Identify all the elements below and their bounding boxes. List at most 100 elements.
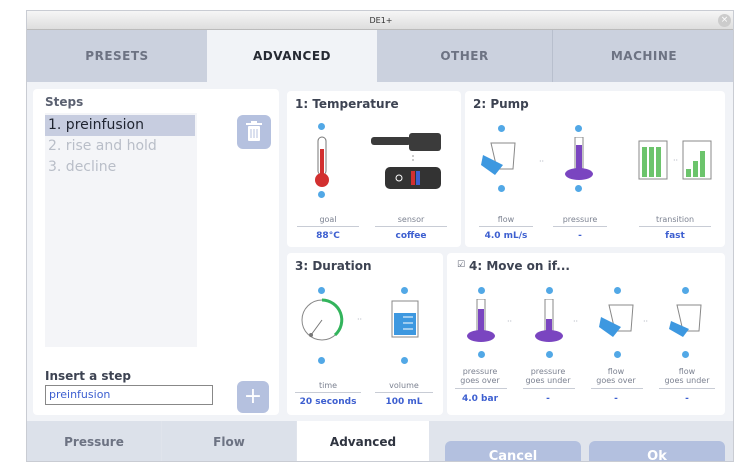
move-on-label: flow (678, 367, 696, 376)
step-item[interactable]: 1. preinfusion (45, 115, 195, 136)
divider (375, 392, 433, 393)
divider (639, 226, 711, 227)
pressure-under-down-dot[interactable] (546, 351, 553, 358)
flow-under-down-dot[interactable] (682, 351, 689, 358)
tab-advanced[interactable]: ADVANCED (207, 30, 377, 82)
portafilter-sensor-icon (371, 133, 441, 189)
separator-dots: ·· (539, 157, 545, 166)
pressure-under-value[interactable]: - (521, 394, 575, 404)
tab-pressure[interactable]: Pressure (27, 421, 161, 461)
trash-icon (246, 121, 262, 141)
temperature-title: 1: Temperature (295, 97, 399, 111)
divider (659, 388, 715, 389)
divider (523, 388, 575, 389)
pressure-over-up-dot[interactable] (478, 287, 485, 294)
flow-label: flow (497, 215, 515, 224)
add-step-button[interactable]: + (237, 381, 269, 413)
flow-over-value[interactable]: - (589, 394, 643, 404)
pressure-value[interactable]: - (553, 231, 607, 241)
volume-value[interactable]: 100 mL (375, 397, 433, 407)
sensor-value[interactable]: coffee (375, 231, 447, 241)
pressure-over-down-dot[interactable] (478, 351, 485, 358)
separator-dots: ·· (643, 317, 649, 326)
separator-dots: ·· (573, 317, 579, 326)
flow-down-dot[interactable] (498, 185, 505, 192)
title-bar: DE1+ × (27, 11, 733, 30)
flow-under-up-dot[interactable] (682, 287, 689, 294)
time-label: time (318, 381, 338, 390)
tab-advanced-bottom[interactable]: Advanced (297, 421, 429, 461)
flow-under-value[interactable]: - (657, 394, 717, 404)
pump-panel: 2: Pump ·· ·· flow 4.0 mL/s pressure - t… (465, 91, 725, 247)
insert-step-label: Insert a step (45, 369, 132, 383)
flow-up-dot[interactable] (498, 125, 505, 132)
divider (479, 226, 533, 227)
separator-dots: ·· (507, 317, 513, 326)
volume-label: volume (389, 381, 419, 390)
goal-down-dot[interactable] (318, 191, 325, 198)
move-on-label: goes over (460, 376, 500, 385)
pump-title: 2: Pump (473, 97, 529, 111)
move-on-panel: ☑ 4: Move on if... ·· ·· ·· pressure goe… (447, 253, 725, 415)
time-down-dot[interactable] (318, 357, 325, 364)
steps-panel: Steps 1. preinfusion 2. rise and hold 3.… (33, 89, 279, 415)
time-up-dot[interactable] (318, 287, 325, 294)
divider (455, 388, 507, 389)
divider (591, 388, 643, 389)
pressure-under-icon (535, 299, 563, 342)
sensor-label: sensor (397, 215, 425, 224)
flow-over-up-dot[interactable] (614, 287, 621, 294)
steps-list: 1. preinfusion 2. rise and hold 3. decli… (45, 113, 197, 347)
pressure-up-dot[interactable] (575, 125, 582, 132)
close-icon[interactable]: × (718, 14, 731, 27)
pressure-over-value[interactable]: 4.0 bar (453, 394, 507, 404)
goal-value[interactable]: 88°C (297, 231, 359, 241)
cancel-button[interactable]: Cancel (445, 441, 581, 461)
pitcher-icon (481, 142, 516, 175)
pressure-gauge-icon (565, 137, 593, 180)
move-on-label: goes under (664, 376, 710, 385)
plus-icon: + (243, 384, 263, 409)
divider (553, 226, 607, 227)
step-item[interactable]: 3. decline (45, 157, 116, 178)
pressure-over-icon (467, 299, 495, 342)
volume-up-dot[interactable] (401, 287, 408, 294)
volume-down-dot[interactable] (401, 357, 408, 364)
clock-icon (301, 298, 344, 341)
tab-other[interactable]: OTHER (377, 30, 552, 82)
tab-presets[interactable]: PRESETS (27, 30, 207, 82)
duration-panel: 3: Duration ·· time 20 seconds volume 10… (287, 253, 443, 415)
time-value[interactable]: 20 seconds (291, 397, 365, 407)
transition-label: transition (655, 215, 695, 224)
transition-value[interactable]: fast (639, 231, 711, 241)
duration-title: 3: Duration (295, 259, 372, 273)
goal-up-dot[interactable] (318, 123, 325, 130)
move-on-checkbox[interactable]: ☑ (457, 260, 465, 270)
pressure-down-dot[interactable] (575, 185, 582, 192)
app-window: DE1+ × PRESETS ADVANCED OTHER MACHINE St… (26, 10, 734, 462)
divider (295, 392, 361, 393)
delete-step-button[interactable] (237, 115, 271, 149)
flow-over-icon (599, 304, 634, 337)
divider (297, 226, 359, 227)
step-item[interactable]: 2. rise and hold (45, 136, 157, 157)
steps-heading: Steps (45, 95, 84, 109)
goal-label: goal (319, 215, 337, 224)
transition-chart-icon: ·· (638, 140, 712, 180)
flow-value[interactable]: 4.0 mL/s (475, 231, 537, 241)
pressure-under-up-dot[interactable] (546, 287, 553, 294)
thermometer-icon (315, 136, 329, 187)
tab-flow[interactable]: Flow (162, 421, 296, 461)
beaker-icon (391, 300, 419, 338)
move-on-label: pressure (530, 367, 566, 376)
bottom-bar: Pressure Flow Advanced Cancel Ok (27, 421, 733, 461)
ok-button[interactable]: Ok (589, 441, 725, 461)
divider (375, 226, 447, 227)
flow-over-down-dot[interactable] (614, 351, 621, 358)
insert-step-input[interactable]: preinfusion (45, 385, 213, 405)
temperature-panel: 1: Temperature goal 88°C sensor coffee (287, 91, 461, 247)
flow-under-icon (669, 304, 702, 337)
tab-machine[interactable]: MACHINE (553, 30, 733, 82)
separator-dots: ·· (357, 315, 363, 324)
move-on-label: pressure (462, 367, 498, 376)
